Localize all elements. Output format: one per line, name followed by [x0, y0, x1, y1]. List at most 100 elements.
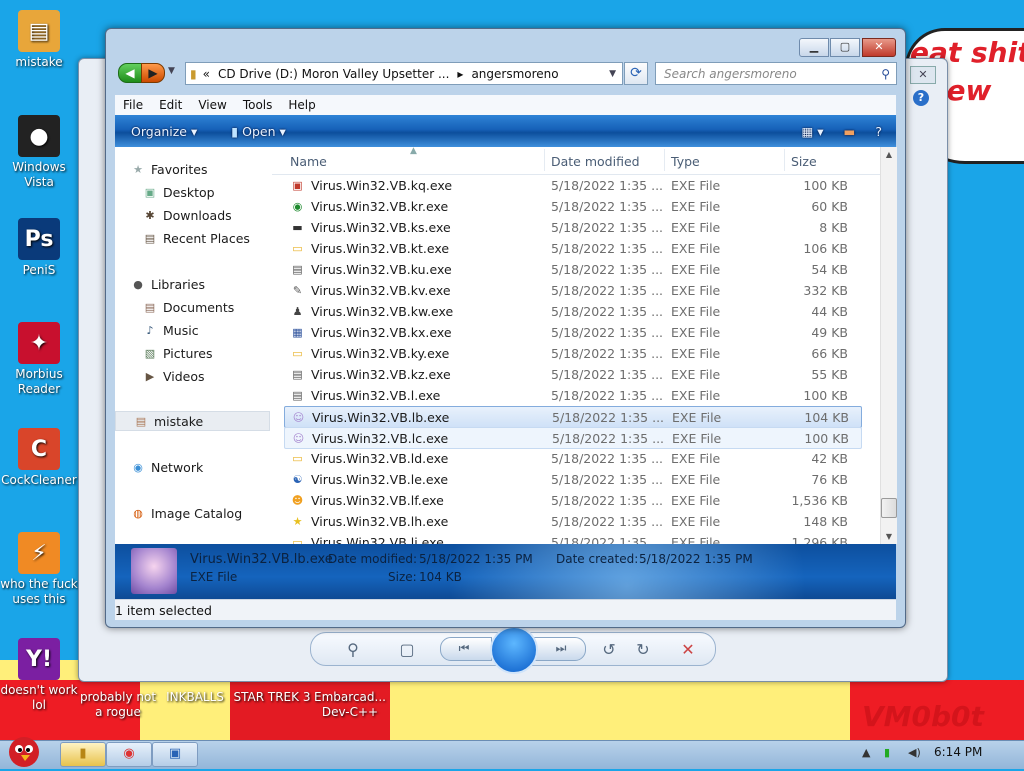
column-header-name[interactable]: Name [290, 154, 327, 169]
column-header-date[interactable]: Date modified [551, 154, 640, 169]
file-row[interactable]: ▤ Virus.Win32.VB.kz.exe 5/18/2022 1:35 ...… [284, 364, 860, 384]
nav-mistake[interactable]: ▤ mistake [115, 411, 270, 431]
file-size: 76 KB [811, 472, 848, 487]
search-box[interactable]: Search angersmoreno ⚲ [655, 62, 897, 85]
menu-tools[interactable]: Tools [235, 98, 281, 112]
taskbar-chrome-button[interactable]: ◉ [106, 742, 152, 767]
viewer-close-button[interactable]: ✕ [910, 66, 936, 84]
scroll-down-icon[interactable]: ▼ [881, 532, 897, 541]
file-type: EXE File [671, 367, 721, 382]
file-row[interactable]: ▤ Virus.Win32.VB.ku.exe 5/18/2022 1:35 ...… [284, 259, 860, 279]
menu-help[interactable]: Help [280, 98, 323, 112]
desktop-icon-4[interactable]: C CockCleaner [0, 428, 78, 488]
address-bar[interactable]: ▮ « CD Drive (D:) Moron Valley Upsetter … [185, 62, 623, 85]
file-name: Virus.Win32.VB.lb.exe [312, 410, 450, 425]
slideshow-button[interactable] [490, 626, 538, 674]
desktop-icon-probably-not-a-rogue[interactable]: probably not a rogue [78, 690, 158, 720]
file-row[interactable]: ▬ Virus.Win32.VB.ks.exe 5/18/2022 1:35 ...… [284, 217, 860, 237]
zoom-icon[interactable]: ⚲ [340, 640, 366, 659]
file-row[interactable]: ☺ Virus.Win32.VB.lb.exe 5/18/2022 1:35 ...… [284, 406, 862, 428]
file-row[interactable]: ▭ Virus.Win32.VB.kt.exe 5/18/2022 1:35 ...… [284, 238, 860, 258]
nav-favorites[interactable]: ★ Favorites [131, 159, 288, 179]
start-button[interactable] [2, 732, 48, 768]
recent-pages-dropdown[interactable]: ▼ [168, 66, 175, 76]
preview-pane-icon[interactable]: ▬ [834, 124, 866, 139]
file-row[interactable]: ☺ Virus.Win32.VB.lc.exe 5/18/2022 1:35 ...… [284, 427, 862, 449]
file-row[interactable]: ▤ Virus.Win32.VB.l.exe 5/18/2022 1:35 ... E… [284, 385, 860, 405]
forward-button[interactable]: ▶ [141, 63, 165, 83]
file-row[interactable]: ★ Virus.Win32.VB.lh.exe 5/18/2022 1:35 ...… [284, 511, 860, 531]
close-button[interactable]: ✕ [862, 38, 896, 57]
file-type: EXE File [671, 493, 721, 508]
nav-image-catalog[interactable]: ◍ Image Catalog [131, 503, 288, 523]
taskbar-clock[interactable]: 6:14 PM [934, 745, 982, 759]
nav-libraries[interactable]: ● Libraries [131, 274, 288, 294]
desktop-icon-inkballs[interactable]: INKBALLS [155, 690, 235, 705]
file-row[interactable]: ◉ Virus.Win32.VB.kr.exe 5/18/2022 1:35 ...… [284, 196, 860, 216]
file-name: Virus.Win32.VB.ku.exe [311, 262, 452, 277]
desktop-icon-1[interactable]: ● Windows Vista [0, 115, 78, 190]
exe-file-icon: ♟ [292, 305, 303, 318]
taskbar-photo-viewer-button[interactable]: ▣ [152, 742, 198, 767]
scrollbar-thumb[interactable] [881, 498, 897, 518]
back-button[interactable]: ◀ [118, 63, 142, 83]
refresh-button[interactable]: ⟳ [624, 62, 648, 85]
desktop-icon-6[interactable]: Y! doesn't work lol [0, 638, 78, 713]
desktop-icon-0[interactable]: ▤ mistake [0, 10, 78, 70]
desktop-icon-3[interactable]: ✦ Morbius Reader [0, 322, 78, 397]
menu-view[interactable]: View [190, 98, 234, 112]
nav-network[interactable]: ◉ Network [131, 457, 288, 477]
delete-icon[interactable]: ✕ [675, 640, 701, 659]
minimize-button[interactable]: ▁ [799, 38, 829, 57]
file-type: EXE File [672, 431, 722, 446]
search-input[interactable]: Search angersmoreno [664, 67, 797, 81]
menu-file[interactable]: File [115, 98, 151, 112]
desktop-icon-2[interactable]: Ps PeniS [0, 218, 78, 278]
column-divider[interactable] [664, 149, 665, 171]
desktop-icon-dev-cpp[interactable]: Embarcad... Dev-C++ [310, 690, 390, 720]
help-icon[interactable]: ? [865, 124, 892, 139]
show-hidden-icons[interactable]: ▲ [862, 746, 870, 759]
column-header-type[interactable]: Type [671, 154, 700, 169]
exe-file-icon: ☻ [291, 494, 304, 507]
desktop-icon-5[interactable]: ⚡ who the fuck uses this [0, 532, 78, 607]
file-row[interactable]: ☻ Virus.Win32.VB.lf.exe 5/18/2022 1:35 ...… [284, 490, 860, 510]
rotate-right-icon[interactable]: ↻ [630, 640, 656, 659]
file-row[interactable]: ☯ Virus.Win32.VB.le.exe 5/18/2022 1:35 ...… [284, 469, 860, 489]
organize-button[interactable]: Organize ▾ [121, 124, 207, 139]
actual-size-icon[interactable]: ▢ [394, 640, 420, 659]
maximize-button[interactable]: ▢ [830, 38, 860, 57]
file-date: 5/18/2022 1:35 ... [551, 535, 664, 544]
network-tray-icon[interactable]: ▮ [884, 746, 890, 759]
file-row[interactable]: ▭ Virus.Win32.VB.li.exe 5/18/2022 1:35 ...… [284, 532, 860, 544]
menu-edit[interactable]: Edit [151, 98, 190, 112]
search-icon[interactable]: ⚲ [881, 67, 890, 81]
column-divider[interactable] [784, 149, 785, 171]
address-segment-folder[interactable]: angersmoreno [471, 67, 558, 81]
scroll-up-icon[interactable]: ▲ [881, 150, 897, 159]
volume-icon[interactable]: ◀) [908, 746, 921, 759]
view-options-icon[interactable]: ▦ ▾ [791, 124, 833, 139]
open-button[interactable]: ▮ Open ▾ [221, 124, 296, 139]
column-header-size[interactable]: Size [791, 154, 817, 169]
address-segment-drive[interactable]: CD Drive (D:) Moron Valley Upsetter ... [218, 67, 449, 81]
address-overflow[interactable]: « [203, 67, 210, 81]
file-name: Virus.Win32.VB.kq.exe [311, 178, 453, 193]
address-dropdown-icon[interactable]: ▼ [609, 69, 616, 79]
desktop-icon-star-trek[interactable]: STAR TREK 3 [232, 690, 312, 705]
videos-icon: ▶ [145, 369, 155, 383]
file-row[interactable]: ▣ Virus.Win32.VB.kq.exe 5/18/2022 1:35 ...… [284, 175, 860, 195]
file-row[interactable]: ▭ Virus.Win32.VB.ky.exe 5/18/2022 1:35 ...… [284, 343, 860, 363]
file-row[interactable]: ▦ Virus.Win32.VB.kx.exe 5/18/2022 1:35 ...… [284, 322, 860, 342]
file-row[interactable]: ♟ Virus.Win32.VB.kw.exe 5/18/2022 1:35 ...… [284, 301, 860, 321]
column-divider[interactable] [544, 149, 545, 171]
file-row[interactable]: ✎ Virus.Win32.VB.kv.exe 5/18/2022 1:35 ...… [284, 280, 860, 300]
scrollbar[interactable]: ▲ ▼ [880, 147, 897, 544]
address-separator[interactable]: ▸ [457, 67, 463, 81]
taskbar-explorer-button[interactable]: ▮ [60, 742, 106, 767]
viewer-help-icon[interactable]: ? [913, 90, 929, 106]
file-row[interactable]: ▭ Virus.Win32.VB.ld.exe 5/18/2022 1:35 ...… [284, 448, 860, 468]
file-date: 5/18/2022 1:35 ... [551, 178, 664, 193]
photo-viewer-icon: ▣ [168, 746, 182, 761]
rotate-left-icon[interactable]: ↺ [596, 640, 622, 659]
